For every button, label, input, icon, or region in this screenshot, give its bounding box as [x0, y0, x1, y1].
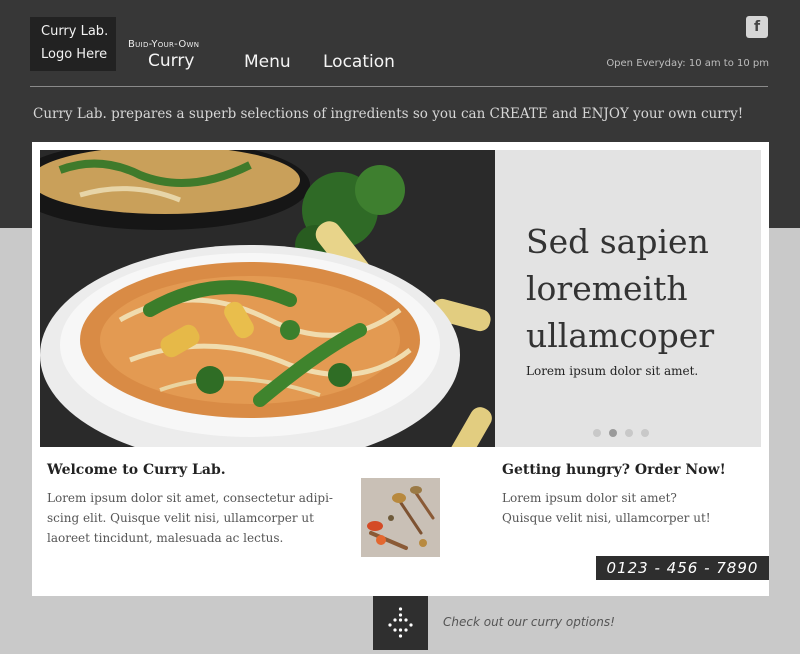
order-title: Getting hungry? Order Now!	[502, 462, 726, 478]
logo-line-2: Logo Here	[41, 47, 108, 62]
welcome-text-line-1: Lorem ipsum dolor sit amet, consectetur …	[47, 491, 333, 505]
order-text: Lorem ipsum dolor sit amet? Quisque veli…	[502, 488, 711, 528]
nav-item-location[interactable]: Location	[323, 52, 395, 72]
spices-thumbnail	[361, 478, 440, 557]
welcome-text-line-3: laoreet tincidunt, malesuada ac lectus.	[47, 531, 284, 545]
header-divider	[30, 86, 768, 87]
spices-illustration	[361, 478, 440, 557]
hero-image-curry-bowl	[40, 150, 495, 447]
logo-line-1: Curry Lab.	[41, 24, 109, 39]
welcome-text: Lorem ipsum dolor sit amet, consectetur …	[47, 488, 337, 548]
hero-caption-panel: Sed sapien loremeith ullamcoper Lorem ip…	[495, 150, 761, 447]
slider-dot-2[interactable]	[609, 429, 617, 437]
hero-headline-line-1: Sed sapien	[526, 222, 709, 261]
dots-arrow-down-icon	[388, 607, 413, 638]
welcome-title: Welcome to Curry Lab.	[47, 462, 226, 478]
nav-build-subtitle: Buid-Your-Own	[128, 39, 200, 50]
opening-hours: Open Everyday: 10 am to 10 pm	[606, 58, 769, 69]
site-logo[interactable]: Curry Lab. Logo Here	[30, 17, 116, 71]
hero-headline-line-2: loremeith	[526, 269, 688, 308]
curry-options-link[interactable]: Check out our curry options!	[443, 615, 615, 629]
slider-dot-1[interactable]	[593, 429, 601, 437]
curry-bowl-illustration	[40, 150, 495, 447]
facebook-icon[interactable]: f	[746, 16, 768, 38]
content-card: Sed sapien loremeith ullamcoper Lorem ip…	[32, 142, 769, 596]
nav-item-menu[interactable]: Menu	[244, 52, 291, 72]
phone-number[interactable]: 0123 - 456 - 7890	[596, 556, 769, 580]
nav-item-build-your-own-curry[interactable]: Buid-Your-Own Curry	[128, 38, 238, 71]
welcome-text-line-2: scing elit. Quisque velit nisi, ullamcor…	[47, 511, 314, 525]
curry-options-button[interactable]	[373, 596, 428, 650]
nav-build-title: Curry	[148, 51, 195, 71]
hero-headline: Sed sapien loremeith ullamcoper	[526, 218, 756, 359]
hero-headline-line-3: ullamcoper	[526, 316, 715, 355]
tagline: Curry Lab. prepares a superb selections …	[33, 106, 744, 122]
slider-dot-4[interactable]	[641, 429, 649, 437]
order-text-line-1: Lorem ipsum dolor sit amet?	[502, 491, 677, 505]
order-text-line-2: Quisque velit nisi, ullamcorper ut!	[502, 511, 711, 525]
slider-dot-3[interactable]	[625, 429, 633, 437]
slider-dots	[593, 429, 649, 437]
hero-subtext: Lorem ipsum dolor sit amet.	[526, 364, 699, 378]
